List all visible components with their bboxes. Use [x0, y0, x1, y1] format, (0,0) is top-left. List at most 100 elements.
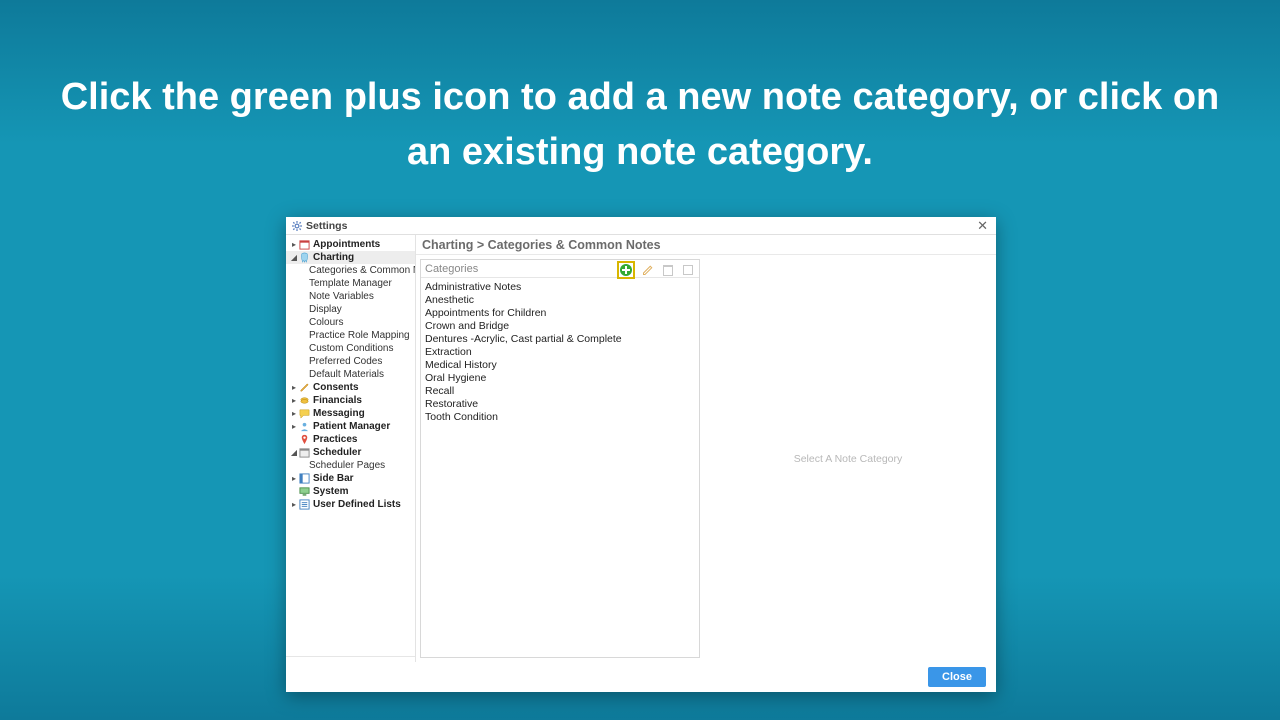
sidebar-item-label: Appointments	[313, 239, 380, 250]
sidebar-subitem[interactable]: Template Manager	[286, 277, 415, 290]
sidebar-item-label: Financials	[313, 395, 362, 406]
add-category-button[interactable]	[619, 263, 633, 277]
category-row[interactable]: Recall	[425, 384, 695, 397]
titlebar: Settings ✕	[286, 217, 996, 235]
sidebar-item-label: Colours	[309, 317, 343, 328]
tree-expander-icon[interactable]: ▸	[290, 396, 298, 405]
settings-window: Settings ✕ ▸ Appointments ◢ Charting Categor…	[286, 217, 996, 692]
sidebar-subitem[interactable]: Scheduler Pages	[286, 459, 415, 472]
category-row[interactable]: Extraction	[425, 345, 695, 358]
sidebar-item-label: Messaging	[313, 408, 365, 419]
pencil-icon	[299, 382, 310, 393]
edit-category-button[interactable]	[641, 263, 655, 277]
sidebar-subitem[interactable]: Practice Role Mapping	[286, 329, 415, 342]
pin-icon	[299, 434, 310, 445]
category-row[interactable]: Dentures -Acrylic, Cast partial & Comple…	[425, 332, 695, 345]
categories-actions	[617, 261, 695, 279]
tree-expander-icon[interactable]: ▸	[290, 383, 298, 392]
sidebar-item-label: Default Materials	[309, 369, 384, 380]
add-category-highlight	[617, 261, 635, 279]
sidebar-subitem[interactable]: Preferred Codes	[286, 355, 415, 368]
category-row[interactable]: Oral Hygiene	[425, 371, 695, 384]
copy-icon	[683, 265, 693, 275]
sidebar-subitem[interactable]: Colours	[286, 316, 415, 329]
category-row[interactable]: Restorative	[425, 397, 695, 410]
sidebar-item-label: Display	[309, 304, 342, 315]
tree-expander-icon[interactable]: ▸	[290, 409, 298, 418]
main-panel: Charting > Categories & Common Notes Cat…	[416, 235, 996, 662]
sidebar-subitem[interactable]: Categories & Common Notes	[286, 264, 415, 277]
instruction-text: Click the green plus icon to add a new n…	[0, 70, 1280, 180]
window-body: ▸ Appointments ◢ Charting Categories & Commo…	[286, 235, 996, 662]
sidebar-item[interactable]: ▸ Financials	[286, 394, 415, 407]
sidebar-item-label: Charting	[313, 252, 354, 263]
delete-category-button[interactable]	[661, 263, 675, 277]
sidebar-item-label: Note Variables	[309, 291, 374, 302]
sidebar-item[interactable]: ◢ Scheduler	[286, 446, 415, 459]
trash-icon	[663, 265, 673, 276]
content-area: Categories	[416, 255, 996, 662]
tree-expander-icon[interactable]: ▸	[290, 474, 298, 483]
category-row[interactable]: Anesthetic	[425, 293, 695, 306]
window-title: Settings	[306, 220, 347, 232]
categories-panel: Categories	[420, 259, 700, 658]
list-icon	[299, 499, 310, 510]
sidebar-subitem[interactable]: Default Materials	[286, 368, 415, 381]
gear-icon	[292, 221, 302, 231]
copy-category-button[interactable]	[681, 263, 695, 277]
sidebar-item-label: Scheduler	[313, 447, 361, 458]
sidebar-subitem[interactable]: Custom Conditions	[286, 342, 415, 355]
sidebar-item-label: Practices	[313, 434, 357, 445]
categories-list: Administrative NotesAnestheticAppointmen…	[421, 278, 699, 657]
sidebar-item-label: Patient Manager	[313, 421, 390, 432]
sidebar-item[interactable]: ▸ Patient Manager	[286, 420, 415, 433]
schedule-icon	[299, 447, 310, 458]
sidebar-item-label: Preferred Codes	[309, 356, 382, 367]
category-row[interactable]: Crown and Bridge	[425, 319, 695, 332]
category-row[interactable]: Tooth Condition	[425, 410, 695, 423]
sidebar-icon	[299, 473, 310, 484]
sidebar-item-label: System	[313, 486, 349, 497]
sidebar-item[interactable]: ▸ Consents	[286, 381, 415, 394]
sidebar-item[interactable]: ▸ Side Bar	[286, 472, 415, 485]
category-row[interactable]: Medical History	[425, 358, 695, 371]
window-close-icon[interactable]: ✕	[977, 219, 988, 232]
breadcrumb: Charting > Categories & Common Notes	[416, 235, 996, 255]
patient-icon	[299, 421, 310, 432]
sidebar-item-label: Categories & Common Notes	[309, 265, 416, 276]
sidebar-subitem[interactable]: Note Variables	[286, 290, 415, 303]
sidebar-item-label: Template Manager	[309, 278, 392, 289]
tree-expander-icon[interactable]: ▸	[290, 240, 298, 249]
sidebar-subitem[interactable]: Display	[286, 303, 415, 316]
sidebar: ▸ Appointments ◢ Charting Categories & Commo…	[286, 235, 416, 662]
category-row[interactable]: Appointments for Children	[425, 306, 695, 319]
tooth-icon	[299, 252, 310, 263]
sidebar-item-label: Practice Role Mapping	[309, 330, 410, 341]
sidebar-item-label: Custom Conditions	[309, 343, 393, 354]
sidebar-item[interactable]: ◢ Charting	[286, 251, 415, 264]
tree-expander-icon[interactable]: ▸	[290, 422, 298, 431]
calendar-icon	[299, 239, 310, 250]
categories-header: Categories	[421, 260, 699, 278]
sidebar-divider	[286, 656, 415, 659]
chat-icon	[299, 408, 310, 419]
sidebar-tree: ▸ Appointments ◢ Charting Categories & Commo…	[286, 238, 415, 656]
tree-expander-icon[interactable]: ◢	[290, 448, 298, 457]
tree-expander-icon[interactable]: ◢	[290, 253, 298, 262]
detail-placeholder: Select A Note Category	[794, 453, 903, 465]
category-row[interactable]: Administrative Notes	[425, 280, 695, 293]
tree-expander-icon[interactable]: ▸	[290, 500, 298, 509]
sidebar-item[interactable]: ▸ Messaging	[286, 407, 415, 420]
plus-icon	[620, 264, 632, 276]
window-footer: Close	[286, 662, 996, 692]
system-icon	[299, 486, 310, 497]
sidebar-item-label: User Defined Lists	[313, 499, 401, 510]
sidebar-item[interactable]: ▸ User Defined Lists	[286, 498, 415, 511]
sidebar-item[interactable]: Practices	[286, 433, 415, 446]
sidebar-item-label: Consents	[313, 382, 359, 393]
categories-header-label: Categories	[425, 263, 478, 275]
sidebar-item[interactable]: ▸ Appointments	[286, 238, 415, 251]
close-button[interactable]: Close	[928, 667, 986, 687]
sidebar-item-label: Side Bar	[313, 473, 354, 484]
sidebar-item[interactable]: System	[286, 485, 415, 498]
